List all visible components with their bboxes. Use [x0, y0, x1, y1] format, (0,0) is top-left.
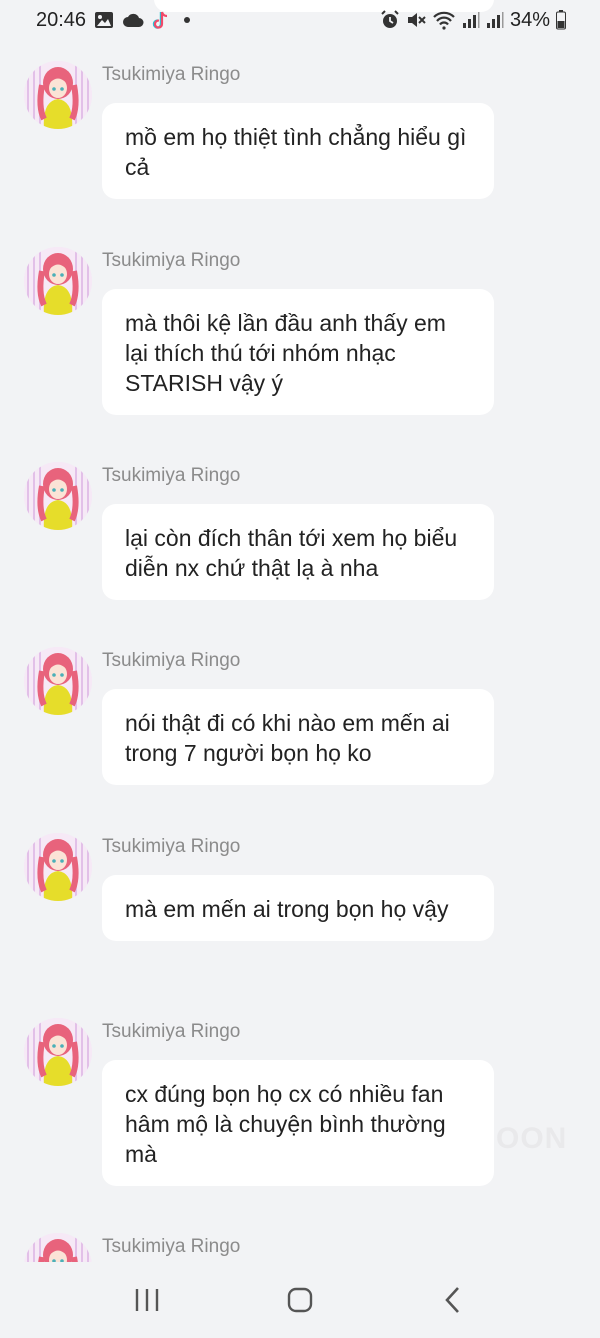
message-bubble[interactable]: mồ em họ thiệt tình chẳng hiểu gì cả: [102, 103, 494, 199]
message-bubble[interactable]: nói thật đi có khi nào em mến ai trong 7…: [102, 689, 494, 785]
back-icon: [445, 1287, 460, 1313]
home-button[interactable]: [270, 1270, 330, 1330]
avatar-image: [24, 462, 92, 530]
avatar[interactable]: [24, 247, 92, 315]
avatar[interactable]: [24, 1233, 92, 1262]
avatar-image: [24, 247, 92, 315]
avatar-image: [24, 61, 92, 129]
sender-name: Tsukimiya Ringo: [102, 836, 241, 857]
message-bubble[interactable]: lại còn đích thân tới xem họ biểu diễn n…: [102, 504, 494, 600]
sender-name: Tsukimiya Ringo: [102, 465, 241, 486]
sender-name: Tsukimiya Ringo: [102, 1236, 241, 1257]
back-button[interactable]: [423, 1270, 483, 1330]
sender-name: Tsukimiya Ringo: [102, 64, 241, 85]
avatar-image: [24, 833, 92, 901]
avatar-image: [24, 1018, 92, 1086]
message-bubble[interactable]: mà thôi kệ lần đầu anh thấy em lại thích…: [102, 289, 494, 415]
avatar[interactable]: [24, 1018, 92, 1086]
avatar-image: [24, 647, 92, 715]
avatar[interactable]: [24, 462, 92, 530]
message-bubble[interactable]: mà em mến ai trong bọn họ vậy: [102, 875, 494, 941]
recent-apps-button[interactable]: [117, 1270, 177, 1330]
watermark: OON: [496, 1122, 568, 1155]
chat-message-list[interactable]: Tsukimiya Ringo mồ em họ thiệt tình chẳn…: [0, 0, 600, 1262]
avatar-image: [24, 1233, 92, 1262]
avatar[interactable]: [24, 833, 92, 901]
sender-name: Tsukimiya Ringo: [102, 650, 241, 671]
navigation-bar: [0, 1262, 600, 1338]
sender-name: Tsukimiya Ringo: [102, 250, 241, 271]
message-bubble[interactable]: cx đúng bọn họ cx có nhiều fan hâm mộ là…: [102, 1060, 494, 1186]
avatar[interactable]: [24, 647, 92, 715]
home-icon: [287, 1287, 313, 1313]
sender-name: Tsukimiya Ringo: [102, 1021, 241, 1042]
recent-apps-icon: [135, 1289, 158, 1311]
avatar[interactable]: [24, 61, 92, 129]
